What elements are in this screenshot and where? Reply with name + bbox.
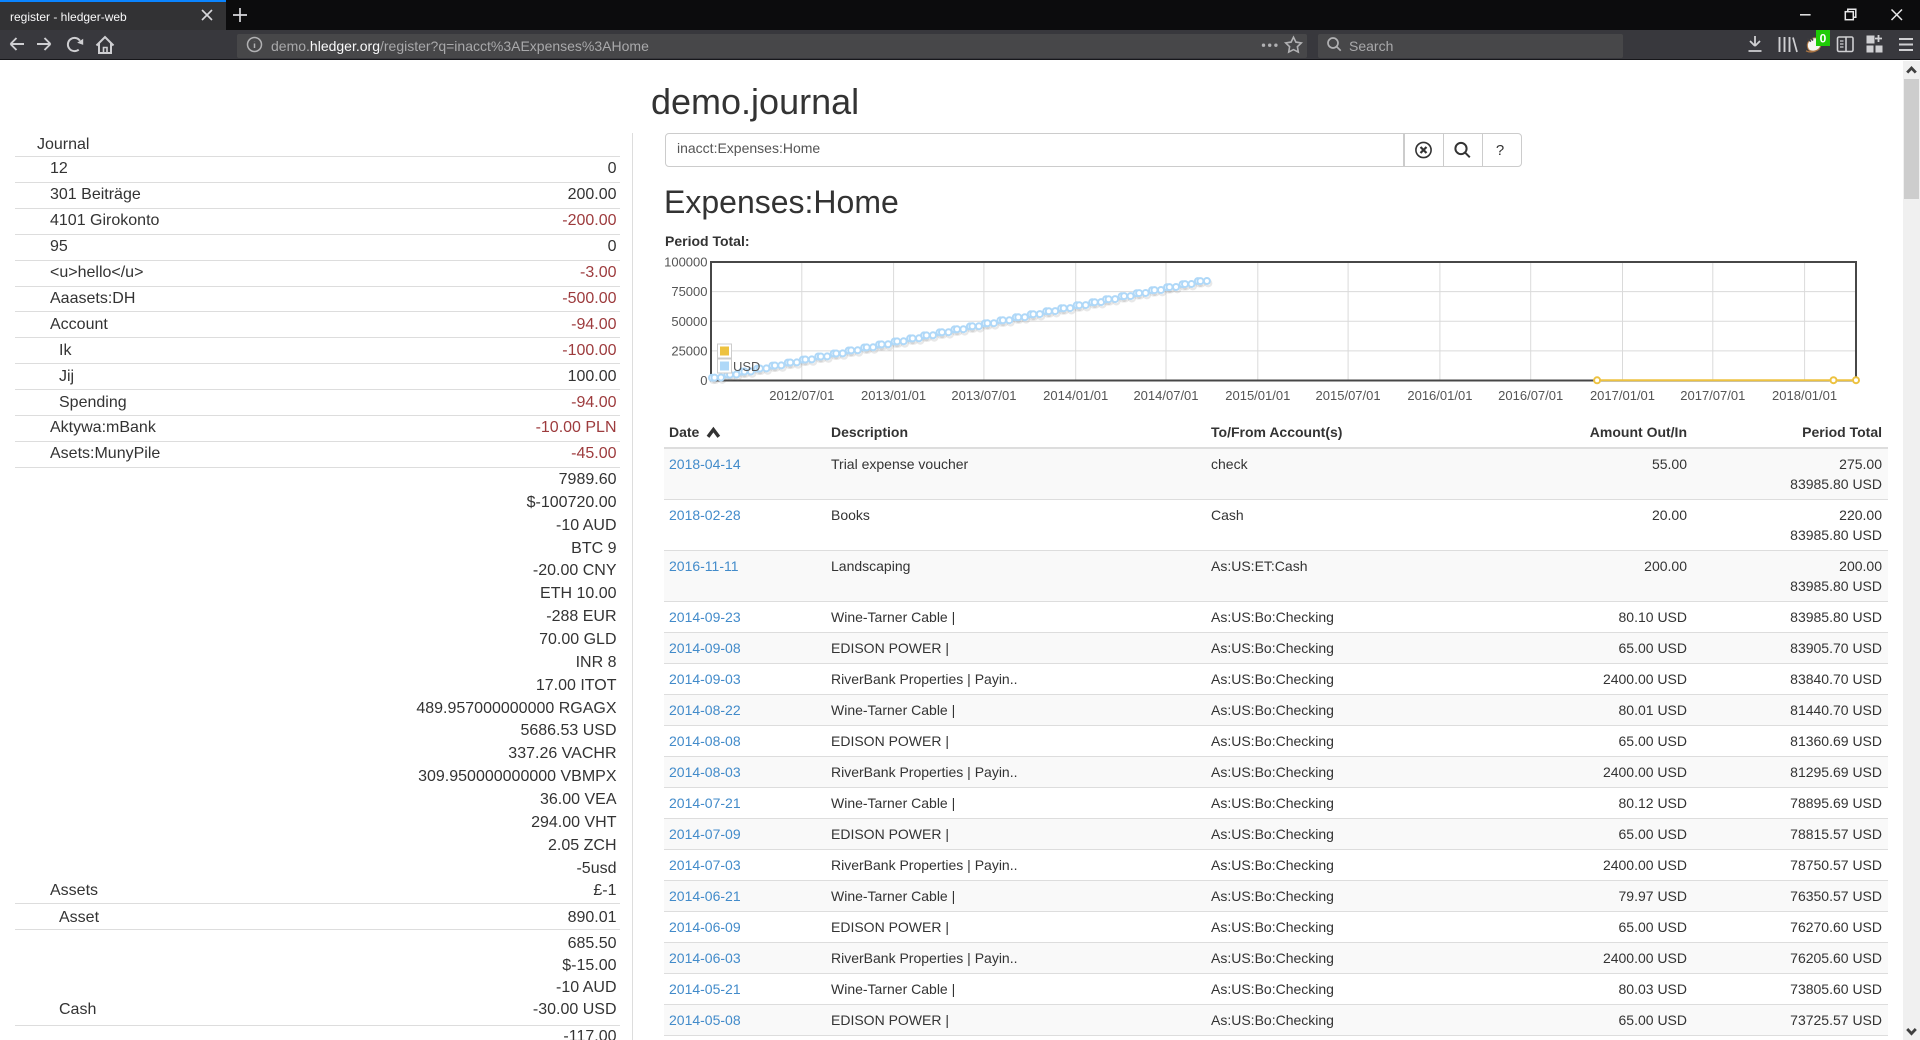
svg-text:2018/01/01: 2018/01/01: [1772, 388, 1837, 403]
svg-text:2015/01/01: 2015/01/01: [1225, 388, 1290, 403]
svg-text:2017/01/01: 2017/01/01: [1590, 388, 1655, 403]
svg-text:2015/07/01: 2015/07/01: [1316, 388, 1381, 403]
svg-text:2013/01/01: 2013/01/01: [861, 388, 926, 403]
svg-text:2014/01/01: 2014/01/01: [1043, 388, 1108, 403]
svg-text:75000: 75000: [671, 284, 707, 299]
svg-text:?: ?: [1496, 142, 1504, 159]
svg-text:25000: 25000: [671, 343, 707, 358]
svg-text:2013/07/01: 2013/07/01: [951, 388, 1016, 403]
svg-text:0: 0: [1820, 32, 1827, 46]
svg-text:50000: 50000: [671, 314, 707, 329]
svg-text:100000: 100000: [664, 255, 707, 270]
svg-text:2017/07/01: 2017/07/01: [1680, 388, 1745, 403]
svg-text:USD: USD: [733, 359, 760, 374]
svg-text:2012/07/01: 2012/07/01: [769, 388, 834, 403]
svg-text:2014/07/01: 2014/07/01: [1133, 388, 1198, 403]
svg-text:2016/01/01: 2016/01/01: [1407, 388, 1472, 403]
svg-text:0: 0: [700, 373, 707, 388]
svg-text:2016/07/01: 2016/07/01: [1498, 388, 1563, 403]
